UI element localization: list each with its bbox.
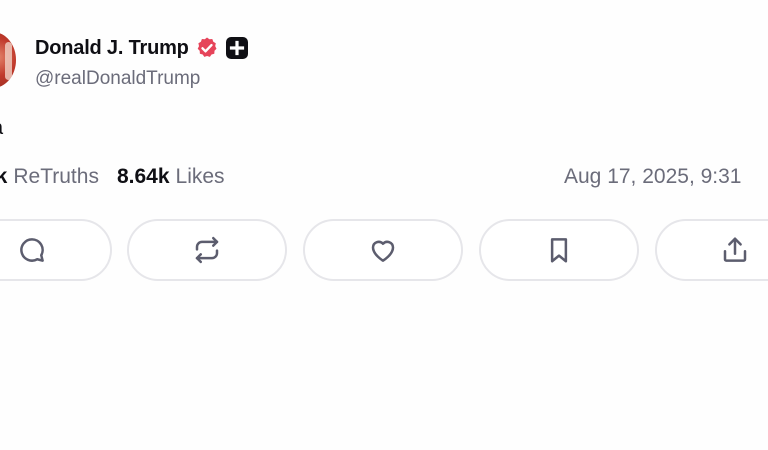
post-timestamp[interactable]: Aug 17, 2025, 9:31 [564, 165, 742, 189]
likes-count[interactable]: 8.64k [117, 165, 170, 189]
likes-label[interactable]: Likes [176, 165, 225, 189]
retruths-label[interactable]: ReTruths [13, 165, 99, 189]
bookmark-icon [544, 235, 574, 265]
retruth-button[interactable] [127, 219, 287, 281]
truth-post: Donald J. Trump @realDonaldTrump a 9k Re… [0, 0, 768, 450]
author-handle[interactable]: @realDonaldTrump [35, 68, 200, 90]
truth-plus-icon [225, 36, 249, 60]
comment-icon [17, 235, 47, 265]
share-icon [720, 235, 750, 265]
post-stats: 9k ReTruths 8.64k Likes [0, 165, 225, 189]
bookmark-button[interactable] [479, 219, 639, 281]
post-body: a [0, 117, 3, 140]
retruths-count[interactable]: 9k [0, 165, 7, 189]
display-name[interactable]: Donald J. Trump [35, 37, 189, 60]
author-row: Donald J. Trump [35, 34, 249, 62]
like-button[interactable] [303, 219, 463, 281]
heart-icon [368, 235, 398, 265]
repost-icon [192, 235, 222, 265]
avatar[interactable] [0, 32, 16, 88]
reply-button[interactable] [0, 219, 112, 281]
share-button[interactable] [655, 219, 768, 281]
verified-badge-icon [195, 36, 219, 60]
